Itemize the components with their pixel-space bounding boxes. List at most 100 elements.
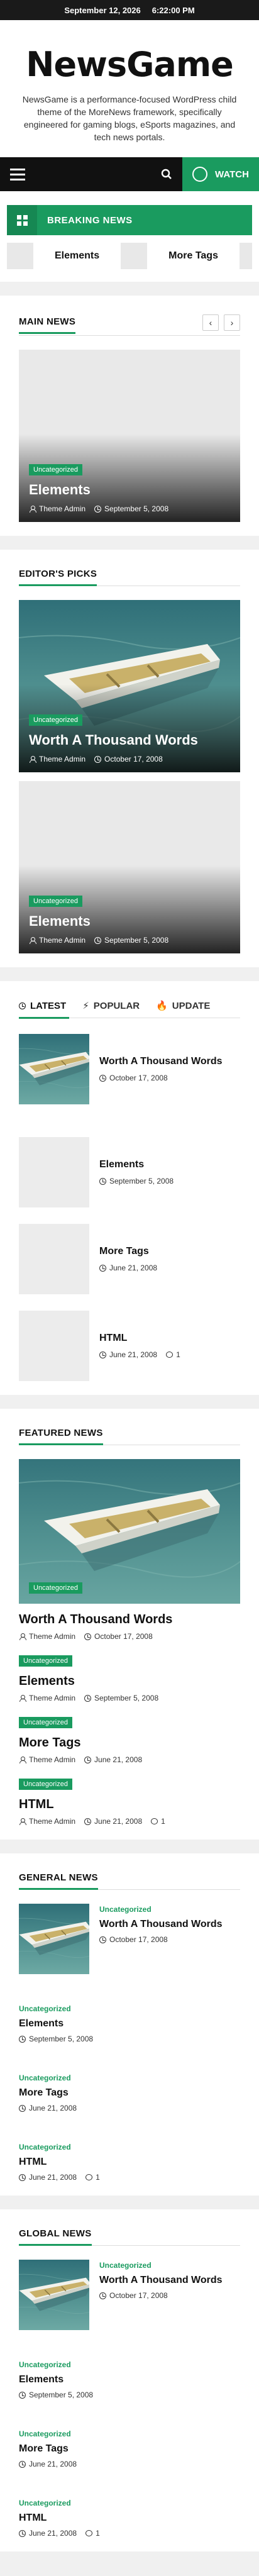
post-date[interactable]: October 17, 2008: [104, 755, 163, 763]
ticker-item[interactable]: Elements: [55, 250, 121, 262]
featured-list-item[interactable]: Uncategorized Elements Theme Admin Septe…: [19, 1655, 240, 1702]
category-link[interactable]: Uncategorized: [19, 2004, 71, 2013]
post-title[interactable]: Worth A Thousand Words: [99, 1056, 223, 1067]
author-name[interactable]: Theme Admin: [39, 755, 85, 763]
category-badge[interactable]: Uncategorized: [29, 896, 82, 908]
post-title[interactable]: Elements: [19, 2374, 240, 2385]
search-icon[interactable]: [151, 157, 182, 191]
category-link[interactable]: Uncategorized: [19, 2499, 71, 2507]
post-date[interactable]: June 21, 2008: [29, 2104, 77, 2112]
post-title[interactable]: More Tags: [19, 2443, 240, 2455]
list-item[interactable]: Worth A Thousand Words October 17, 2008: [19, 1034, 240, 1105]
hamburger-icon[interactable]: [0, 157, 35, 191]
ticker-item-title[interactable]: Elements: [55, 250, 99, 262]
prev-arrow-button[interactable]: ‹: [202, 314, 219, 331]
list-item[interactable]: Elements September 5, 2008: [19, 1137, 240, 1208]
post-date[interactable]: June 21, 2008: [109, 1350, 157, 1359]
post-thumbnail[interactable]: [19, 1034, 89, 1105]
category-link[interactable]: Uncategorized: [19, 2143, 71, 2151]
next-arrow-button[interactable]: ›: [224, 314, 240, 331]
list-item[interactable]: Uncategorized HTML June 21, 2008 1: [19, 2497, 240, 2538]
category-badge[interactable]: Uncategorized: [19, 1655, 72, 1667]
list-item[interactable]: Uncategorized Worth A Thousand Words Oct…: [19, 2260, 240, 2331]
list-item[interactable]: Uncategorized Elements September 5, 2008: [19, 2359, 240, 2399]
tab-latest[interactable]: LATEST: [19, 1001, 66, 1011]
post-date[interactable]: September 5, 2008: [94, 1694, 158, 1702]
post-title[interactable]: More Tags: [99, 1246, 157, 1257]
post-date[interactable]: October 17, 2008: [109, 1935, 168, 1944]
watch-button[interactable]: WATCH: [182, 157, 259, 192]
post-date[interactable]: October 17, 2008: [109, 2291, 168, 2300]
post-date[interactable]: October 17, 2008: [94, 1632, 153, 1641]
post-title[interactable]: HTML: [99, 1333, 180, 1344]
post-thumbnail[interactable]: [19, 2260, 89, 2331]
post-date[interactable]: June 21, 2008: [29, 2529, 77, 2538]
author-name[interactable]: Theme Admin: [29, 1694, 75, 1702]
featured-list-item[interactable]: Uncategorized HTML Theme Admin June 21, …: [19, 1778, 240, 1826]
list-item[interactable]: Uncategorized Elements September 5, 2008: [19, 2003, 240, 2043]
post-date[interactable]: September 5, 2008: [29, 2390, 93, 2399]
category-link[interactable]: Uncategorized: [19, 2360, 71, 2369]
post-thumbnail[interactable]: [19, 1311, 89, 1382]
category-link[interactable]: Uncategorized: [99, 2261, 152, 2270]
author-name[interactable]: Theme Admin: [29, 1632, 75, 1641]
category-badge[interactable]: Uncategorized: [19, 1779, 72, 1790]
tab-popular[interactable]: ⚡ POPULAR: [82, 1000, 140, 1012]
site-title[interactable]: NewsGame: [15, 45, 244, 84]
list-item[interactable]: Uncategorized Worth A Thousand Words Oct…: [19, 1904, 240, 1975]
author-name[interactable]: Theme Admin: [29, 1755, 75, 1764]
post-title[interactable]: Elements: [99, 1159, 174, 1170]
category-badge[interactable]: Uncategorized: [29, 464, 82, 476]
comment-count[interactable]: 1: [96, 2173, 100, 2182]
category-badge[interactable]: Uncategorized: [29, 1582, 82, 1594]
editors-pick-card[interactable]: Uncategorized Elements Theme Admin Septe…: [19, 781, 240, 954]
post-title[interactable]: HTML: [19, 1797, 240, 1812]
post-thumbnail[interactable]: [19, 1224, 89, 1295]
post-date[interactable]: June 21, 2008: [29, 2173, 77, 2182]
featured-image[interactable]: Uncategorized: [19, 1459, 240, 1604]
post-date[interactable]: September 5, 2008: [109, 1177, 174, 1185]
ticker-thumbnail[interactable]: [7, 243, 33, 270]
post-date[interactable]: June 21, 2008: [94, 1817, 142, 1826]
ticker-item[interactable]: More Tags: [168, 250, 240, 262]
post-date[interactable]: September 5, 2008: [29, 2035, 93, 2043]
post-title[interactable]: Worth A Thousand Words: [99, 2275, 223, 2286]
post-thumbnail[interactable]: [19, 1137, 89, 1208]
main-news-card[interactable]: Uncategorized Elements Theme Admin Septe…: [19, 350, 240, 523]
list-item[interactable]: Uncategorized More Tags June 21, 2008: [19, 2428, 240, 2468]
post-date[interactable]: June 21, 2008: [29, 2460, 77, 2468]
post-title[interactable]: HTML: [19, 2512, 240, 2524]
ticker-thumbnail[interactable]: [121, 243, 148, 270]
card-title[interactable]: Elements: [29, 482, 230, 498]
featured-title[interactable]: Worth A Thousand Words: [19, 1613, 240, 1627]
category-link[interactable]: Uncategorized: [19, 2429, 71, 2438]
post-title[interactable]: Elements: [19, 2018, 240, 2029]
author-name[interactable]: Theme Admin: [39, 504, 85, 513]
post-date[interactable]: October 17, 2008: [109, 1074, 168, 1082]
card-title[interactable]: Elements: [29, 913, 230, 930]
list-item[interactable]: Uncategorized More Tags June 21, 2008: [19, 2072, 240, 2112]
post-title[interactable]: Worth A Thousand Words: [99, 1919, 223, 1930]
post-date[interactable]: September 5, 2008: [104, 504, 168, 513]
comment-count[interactable]: 1: [161, 1817, 165, 1826]
category-badge[interactable]: Uncategorized: [19, 1717, 72, 1729]
featured-list-item[interactable]: Uncategorized More Tags Theme Admin June…: [19, 1716, 240, 1764]
post-date[interactable]: September 5, 2008: [104, 936, 168, 945]
ticker-thumbnail[interactable]: [239, 243, 252, 270]
post-thumbnail[interactable]: [19, 1904, 89, 1975]
category-link[interactable]: Uncategorized: [99, 1905, 152, 1914]
post-title[interactable]: HTML: [19, 2157, 240, 2168]
list-item[interactable]: More Tags June 21, 2008: [19, 1224, 240, 1295]
tab-update[interactable]: 🔥 UPDATE: [156, 1000, 210, 1012]
card-title[interactable]: Worth A Thousand Words: [29, 732, 230, 748]
post-title[interactable]: More Tags: [19, 1736, 240, 1750]
post-date[interactable]: June 21, 2008: [94, 1755, 142, 1764]
post-date[interactable]: June 21, 2008: [109, 1263, 157, 1272]
comment-count[interactable]: 1: [96, 2529, 100, 2538]
list-item[interactable]: Uncategorized HTML June 21, 2008 1: [19, 2141, 240, 2182]
ticker-item-title[interactable]: More Tags: [168, 250, 218, 262]
list-item[interactable]: HTML June 21, 2008 1: [19, 1311, 240, 1382]
post-title[interactable]: More Tags: [19, 2087, 240, 2099]
comment-count[interactable]: 1: [176, 1350, 180, 1359]
editors-pick-card[interactable]: Uncategorized Worth A Thousand Words The…: [19, 600, 240, 773]
